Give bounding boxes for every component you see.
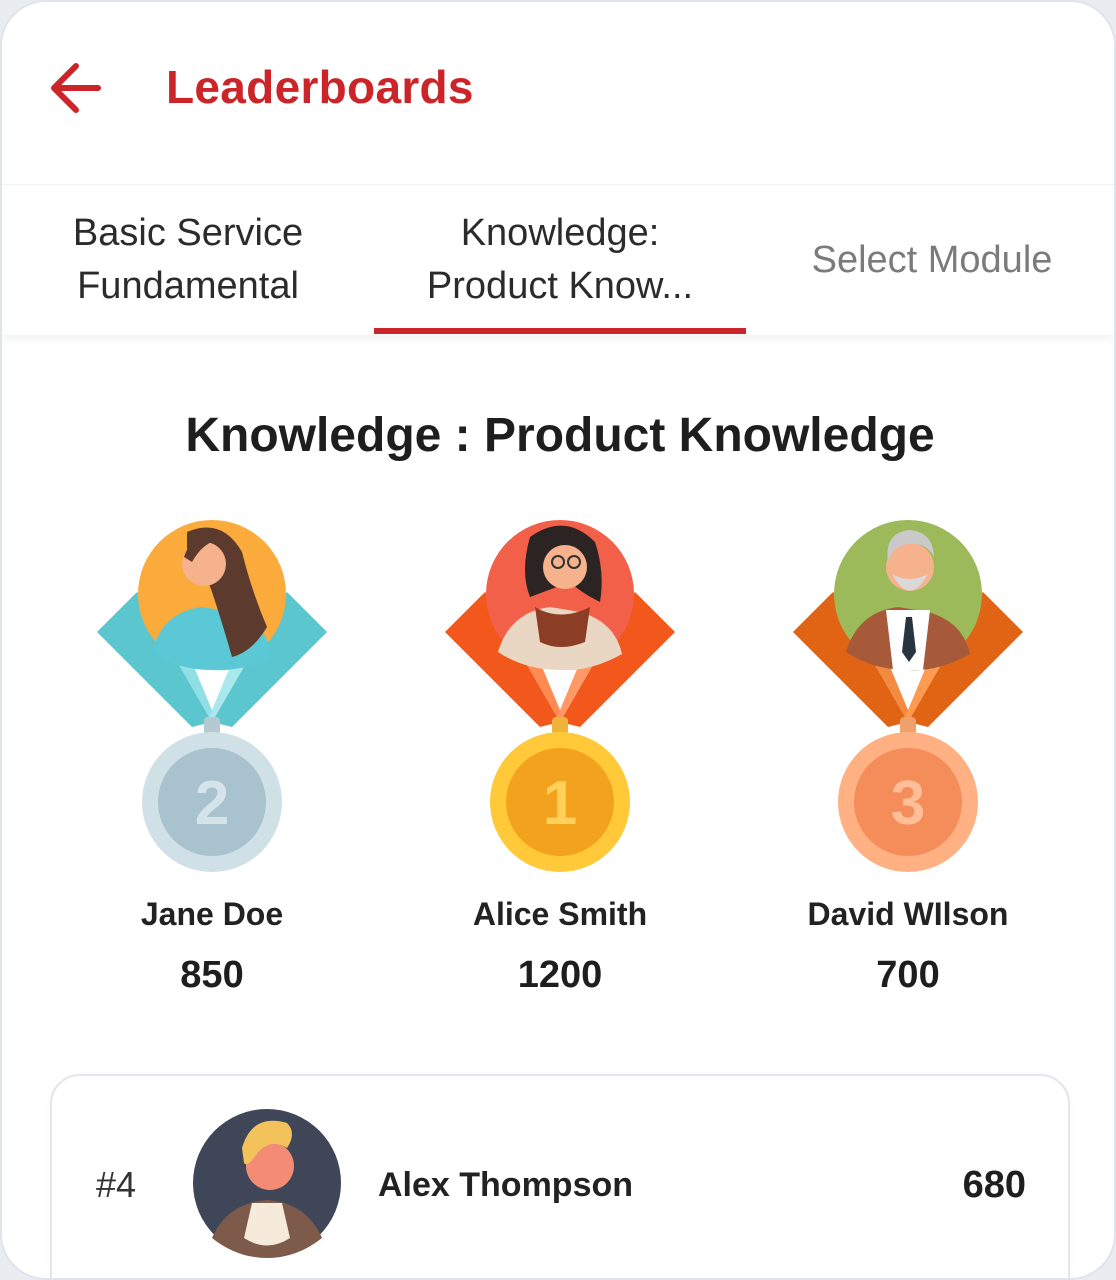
rank-label: #4 [96,1164,137,1205]
app-header: Leaderboards [2,2,1114,184]
podium-third-place[interactable]: 3 David WIlson 700 [788,512,1028,1012]
back-button[interactable] [46,58,110,118]
leaderboard-title: Knowledge : Product Knowledge [185,409,935,462]
tab-select-module[interactable]: Select Module [746,185,1114,335]
tab-label: Basic Service Fundamental [72,212,304,307]
player-name: David WIlson [807,896,1009,932]
player-score: 850 [180,954,244,996]
player-name: Alex Thompson [378,1166,634,1204]
svg-text:3: 3 [891,769,925,838]
podium-first-place[interactable]: 1 Alice Smith 1200 [440,512,680,1012]
tab-basic-service-fundamental[interactable]: Basic Service Fundamental [2,185,374,335]
tab-label: Knowledge: Product Know... [426,212,694,307]
player-score: 680 [962,1164,1026,1206]
page-title: Leaderboards [166,61,474,113]
active-tab-indicator [374,328,746,334]
player-name: Jane Doe [140,896,284,932]
silver-medal-icon: 2 [97,520,327,872]
svg-text:2: 2 [195,769,229,838]
bronze-medal-icon: 3 [793,520,1023,872]
phone-screen: Leaderboards Basic Service Fundamental K… [0,0,1116,1280]
avatar [193,1109,341,1258]
player-name: Alice Smith [472,896,648,932]
tab-label: Select Module [811,238,1053,281]
arrow-left-icon [51,63,101,113]
player-score: 1200 [517,954,603,996]
svg-text:1: 1 [543,769,577,838]
tab-knowledge-product[interactable]: Knowledge: Product Know... [374,185,746,335]
gold-medal-icon: 1 [445,520,675,872]
podium-second-place[interactable]: 2 Jane Doe 850 [92,512,332,1012]
module-tabs: Basic Service Fundamental Knowledge: Pro… [2,184,1114,335]
player-score: 700 [876,954,940,996]
leaderboard-row[interactable]: #4 Alex Thompson 680 [50,1074,1070,1278]
